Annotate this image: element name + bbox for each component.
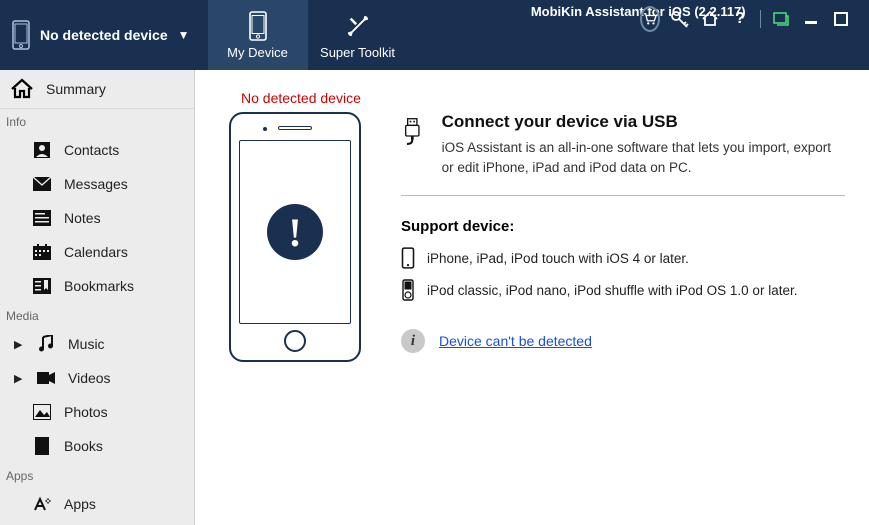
connect-title: Connect your device via USB [442, 112, 845, 132]
sidebar-item-bookmarks[interactable]: Bookmarks [0, 269, 194, 303]
calendar-icon [32, 242, 52, 262]
maximize-icon [834, 12, 848, 26]
home-icon [10, 78, 34, 100]
sidebar-item-photos[interactable]: Photos [0, 395, 194, 429]
sidebar-group-info: Info [0, 109, 194, 133]
sidebar-item-notes[interactable]: Notes [0, 201, 194, 235]
tab-label: My Device [227, 45, 288, 60]
sidebar-item-summary[interactable]: Summary [0, 70, 194, 109]
support-text: iPod classic, iPod nano, iPod shuffle wi… [427, 283, 797, 298]
sidebar-item-label: Bookmarks [64, 278, 134, 294]
sidebar-item-label: Notes [64, 210, 101, 226]
maximize-button[interactable] [831, 9, 851, 29]
exclamation-icon: ! [267, 204, 323, 260]
top-bar: No detected device ▼ My Device Super Too… [0, 0, 869, 70]
sidebar-item-label: Calendars [64, 244, 128, 260]
music-icon [36, 334, 56, 354]
sidebar-item-calendars[interactable]: Calendars [0, 235, 194, 269]
notes-icon [32, 208, 52, 228]
support-title: Support device: [401, 218, 845, 235]
status-text: No detected device [241, 90, 845, 106]
contacts-icon [32, 140, 52, 160]
sidebar-item-label: Apps [64, 496, 96, 512]
chevron-right-icon: ▶ [14, 372, 24, 385]
sidebar-item-contacts[interactable]: Contacts [0, 133, 194, 167]
phone-illustration: ! [229, 112, 361, 362]
messages-icon [32, 174, 52, 194]
sidebar-item-apps[interactable]: Apps [0, 487, 194, 521]
minimize-button[interactable] [801, 9, 821, 29]
sidebar-group-media: Media [0, 303, 194, 327]
sidebar-item-label: Books [64, 438, 103, 454]
device-selector-label: No detected device [40, 27, 168, 43]
photos-icon [32, 402, 52, 422]
window-controls: ? [640, 2, 863, 32]
sidebar-item-videos[interactable]: ▶ Videos [0, 361, 194, 395]
content-panel: No detected device ! [195, 70, 869, 525]
chevron-right-icon: ▶ [14, 338, 24, 351]
help-button[interactable]: ? [730, 9, 750, 29]
feedback-button[interactable] [771, 9, 791, 29]
cart-icon [643, 12, 657, 26]
sidebar-item-label: Photos [64, 404, 108, 420]
connect-description: iOS Assistant is an all-in-one software … [442, 138, 845, 177]
sidebar-item-messages[interactable]: Messages [0, 167, 194, 201]
home-button[interactable] [700, 9, 720, 29]
sidebar-item-label: Messages [64, 176, 128, 192]
separator [760, 10, 761, 28]
sidebar: Summary Info Contacts Messages Notes C [0, 70, 195, 525]
bookmarks-icon [32, 276, 52, 296]
tab-label: Super Toolkit [320, 45, 395, 60]
sidebar-item-label: Music [68, 336, 105, 352]
tools-icon [346, 11, 370, 41]
video-icon [36, 368, 56, 388]
phone-outline-icon [12, 20, 30, 50]
info-icon: i [401, 329, 425, 353]
cart-button[interactable] [640, 9, 660, 29]
support-text: iPhone, iPad, iPod touch with iOS 4 or l… [427, 251, 689, 266]
phone-icon [246, 11, 270, 41]
main-area: Summary Info Contacts Messages Notes C [0, 70, 869, 525]
support-line-2: iPod classic, iPod nano, iPod shuffle wi… [401, 279, 845, 301]
minimize-icon [804, 12, 818, 26]
tab-super-toolkit[interactable]: Super Toolkit [308, 0, 408, 70]
chevron-down-icon: ▼ [178, 28, 190, 42]
key-icon [670, 9, 690, 29]
sidebar-item-label: Summary [46, 81, 106, 97]
divider [401, 195, 845, 196]
feedback-icon [773, 11, 789, 27]
sidebar-item-books[interactable]: Books [0, 429, 194, 463]
key-button[interactable] [670, 9, 690, 29]
sidebar-item-music[interactable]: ▶ Music [0, 327, 194, 361]
apps-icon [32, 494, 52, 514]
tab-my-device[interactable]: My Device [208, 0, 308, 70]
detect-help-link[interactable]: Device can't be detected [439, 333, 592, 349]
sidebar-item-label: Contacts [64, 142, 119, 158]
iphone-mini-icon [401, 247, 415, 269]
books-icon [32, 436, 52, 456]
usb-icon [401, 112, 424, 152]
sidebar-group-apps: Apps [0, 463, 194, 487]
ipod-mini-icon [401, 279, 415, 301]
support-line-1: iPhone, iPad, iPod touch with iOS 4 or l… [401, 247, 845, 269]
sidebar-item-label: Videos [68, 370, 111, 386]
home-icon [701, 10, 719, 28]
device-selector[interactable]: No detected device ▼ [0, 0, 208, 70]
